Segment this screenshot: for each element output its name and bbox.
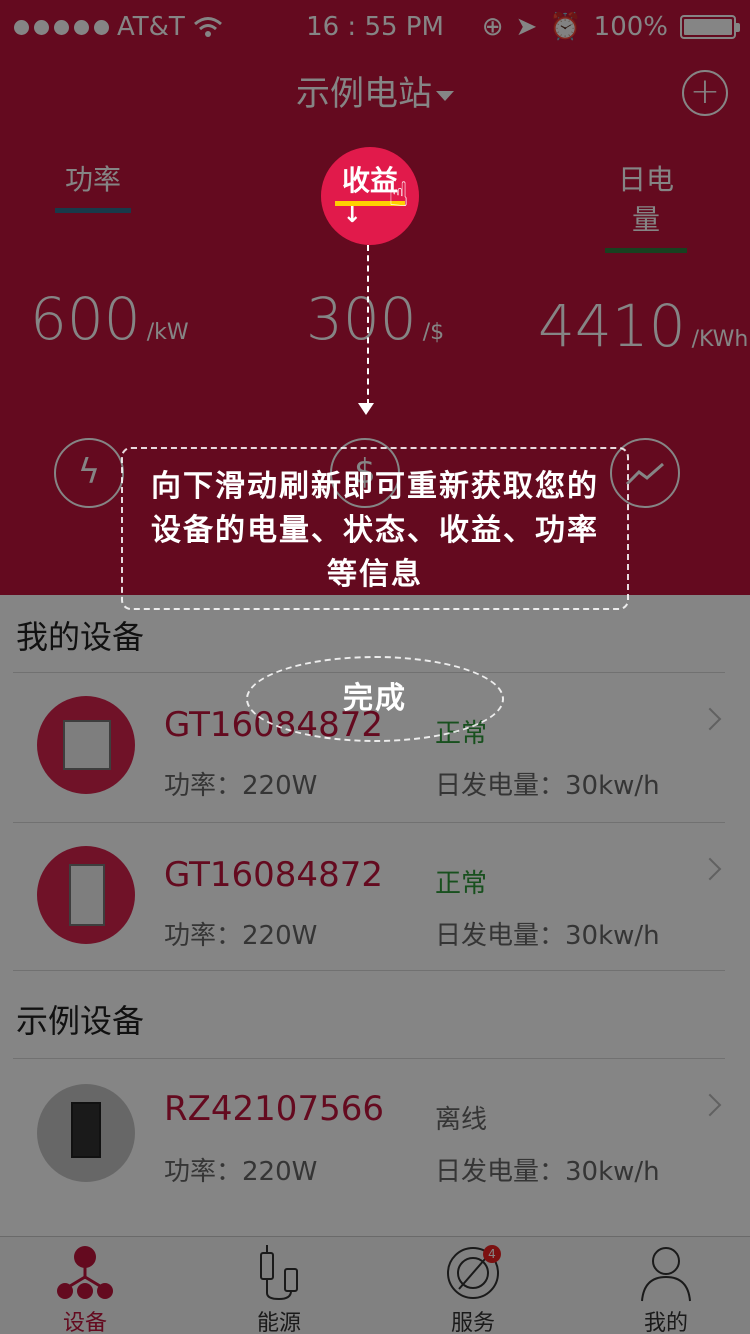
arrow-down-icon: ↓ bbox=[343, 203, 362, 228]
hint-connector-line bbox=[367, 245, 369, 405]
hint-income-highlight: 收益 ↓ ☝ bbox=[321, 147, 419, 245]
arrow-head-icon bbox=[358, 403, 374, 415]
done-button[interactable]: 完成 bbox=[246, 656, 504, 742]
hand-pointer-icon: ☝ bbox=[388, 175, 409, 215]
hint-message: 向下滑动刷新即可重新获取您的设备的电量、状态、收益、功率等信息 bbox=[121, 447, 629, 610]
